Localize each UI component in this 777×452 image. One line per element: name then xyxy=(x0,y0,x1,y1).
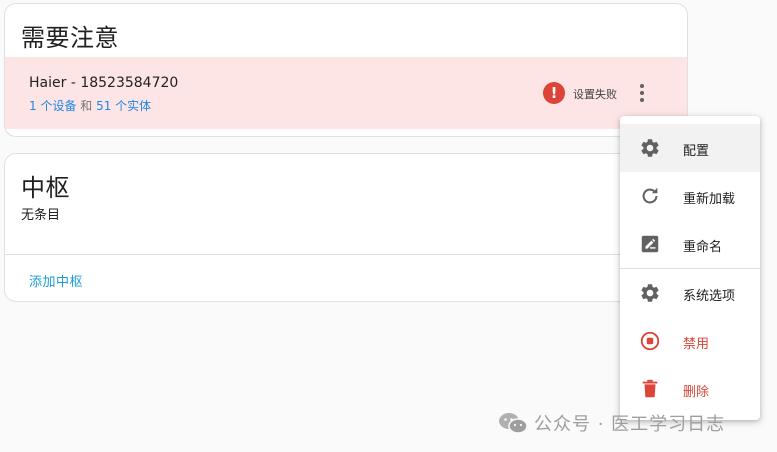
entities-link[interactable]: 51 个实体 xyxy=(96,99,151,113)
add-hub-button[interactable]: 添加中枢 xyxy=(29,271,83,290)
gear-icon xyxy=(641,139,659,157)
menu-label: 禁用 xyxy=(683,337,710,352)
hubs-card: 中枢 无条目 添加中枢 xyxy=(4,153,688,302)
menu-item-system-options[interactable]: 系统选项 xyxy=(620,269,760,317)
overflow-menu: 配置 重新加载 重命名 系统选项 禁用 删除 xyxy=(620,116,760,420)
hubs-title: 中枢 xyxy=(21,174,70,202)
stop-circle-icon xyxy=(640,331,660,351)
failed-integration-row[interactable]: Haier - 18523584720 1 个设备 和 51 个实体 ! 设置失… xyxy=(5,57,687,129)
menu-label: 配置 xyxy=(683,144,710,159)
card-divider xyxy=(5,254,687,255)
watermark-text: 公众号 · 医工学习日志 xyxy=(534,414,726,435)
menu-item-reload[interactable]: 重新加载 xyxy=(620,172,760,220)
and-text: 和 xyxy=(76,99,97,113)
rename-icon xyxy=(641,235,659,253)
menu-item-disable[interactable]: 禁用 xyxy=(620,317,760,365)
setup-failed-status: 设置失败 xyxy=(573,88,617,101)
devices-link[interactable]: 1 个设备 xyxy=(29,99,76,113)
menu-label: 系统选项 xyxy=(683,289,736,304)
menu-item-rename[interactable]: 重命名 xyxy=(620,220,760,268)
attention-title: 需要注意 xyxy=(21,24,119,52)
menu-item-delete[interactable]: 删除 xyxy=(620,365,760,413)
attention-card: 需要注意 Haier - 18523584720 1 个设备 和 51 个实体 … xyxy=(4,3,688,137)
wechat-icon xyxy=(499,413,528,434)
more-options-icon[interactable] xyxy=(634,81,650,105)
menu-label: 重新加载 xyxy=(683,192,736,207)
menu-item-configure[interactable]: 配置 xyxy=(620,124,760,172)
integration-summary: 1 个设备 和 51 个实体 xyxy=(29,97,151,114)
error-icon: ! xyxy=(543,82,565,104)
reload-icon xyxy=(642,187,658,204)
menu-label: 删除 xyxy=(683,385,710,400)
menu-label: 重命名 xyxy=(683,240,723,255)
integration-name: Haier - 18523584720 xyxy=(29,75,179,91)
gear-icon xyxy=(641,284,659,302)
trash-icon xyxy=(642,379,658,398)
empty-message: 无条目 xyxy=(21,208,61,223)
